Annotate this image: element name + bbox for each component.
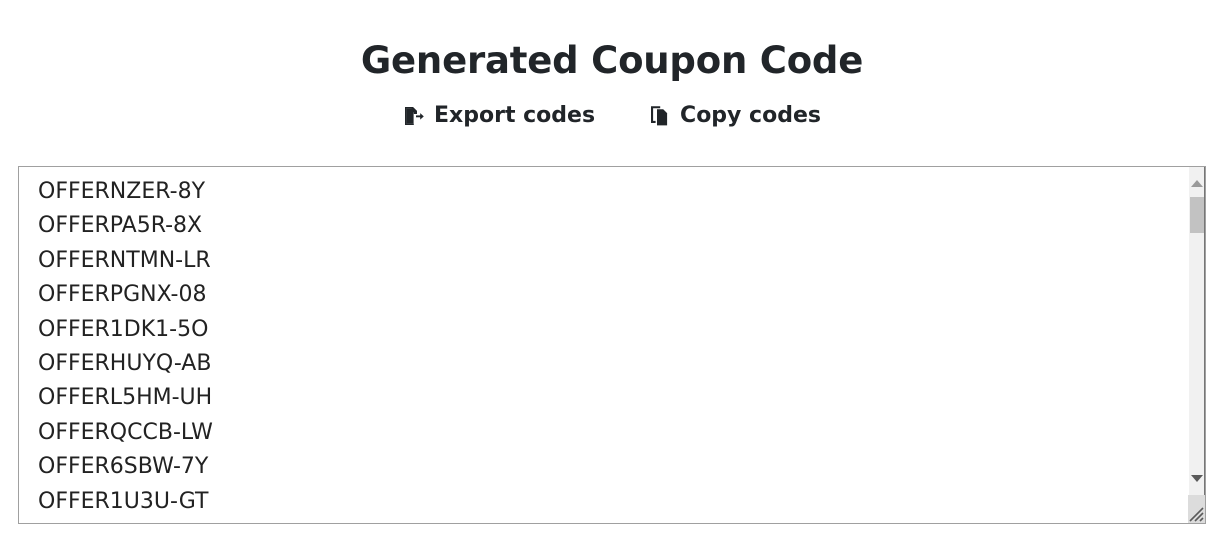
chevron-down-icon bbox=[1191, 475, 1203, 482]
codes-list[interactable]: OFFERNZER-8Y OFFERPA5R-8X OFFERNTMN-LR O… bbox=[19, 167, 1188, 523]
code-line: OFFERPA5R-8X bbox=[38, 213, 203, 239]
generated-codes-textarea[interactable]: OFFERNZER-8Y OFFERPA5R-8X OFFERNTMN-LR O… bbox=[18, 166, 1206, 524]
code-line: OFFERL5HM-UH bbox=[38, 385, 213, 411]
code-line: OFFERHUYQ-AB bbox=[38, 351, 212, 377]
code-line: OFFER1DK1-5O bbox=[38, 316, 209, 342]
vertical-scrollbar[interactable] bbox=[1188, 167, 1205, 523]
code-line: OFFERPGNX-08 bbox=[38, 282, 207, 308]
scrollbar-edge bbox=[1204, 167, 1205, 523]
code-line: OFFERNZER-8Y bbox=[38, 179, 206, 204]
code-line: OFFERNTMN-LR bbox=[38, 247, 211, 273]
export-codes-button[interactable]: Export codes bbox=[403, 101, 595, 131]
export-codes-label: Export codes bbox=[434, 103, 596, 128]
coupon-code-page: Generated Coupon Code Export codes Copy … bbox=[0, 0, 1224, 547]
scroll-up-button[interactable] bbox=[1189, 175, 1205, 192]
scrollbar-thumb[interactable] bbox=[1190, 197, 1205, 233]
scroll-down-button[interactable] bbox=[1189, 470, 1205, 487]
action-bar: Export codes Copy codes bbox=[0, 101, 1224, 131]
page-title: Generated Coupon Code bbox=[360, 38, 864, 82]
copy-icon bbox=[649, 104, 671, 128]
copy-codes-label: Copy codes bbox=[680, 103, 821, 128]
file-export-icon bbox=[403, 104, 425, 128]
code-line: OFFER1U3U-GT bbox=[38, 488, 209, 514]
textarea-resize-handle[interactable] bbox=[1188, 495, 1205, 523]
resize-grip-icon bbox=[1189, 507, 1204, 522]
code-line: OFFERQCCB-LW bbox=[38, 419, 213, 445]
chevron-up-icon bbox=[1191, 180, 1203, 187]
code-line: OFFER6SBW-7Y bbox=[38, 454, 209, 480]
copy-codes-button[interactable]: Copy codes bbox=[649, 101, 821, 131]
